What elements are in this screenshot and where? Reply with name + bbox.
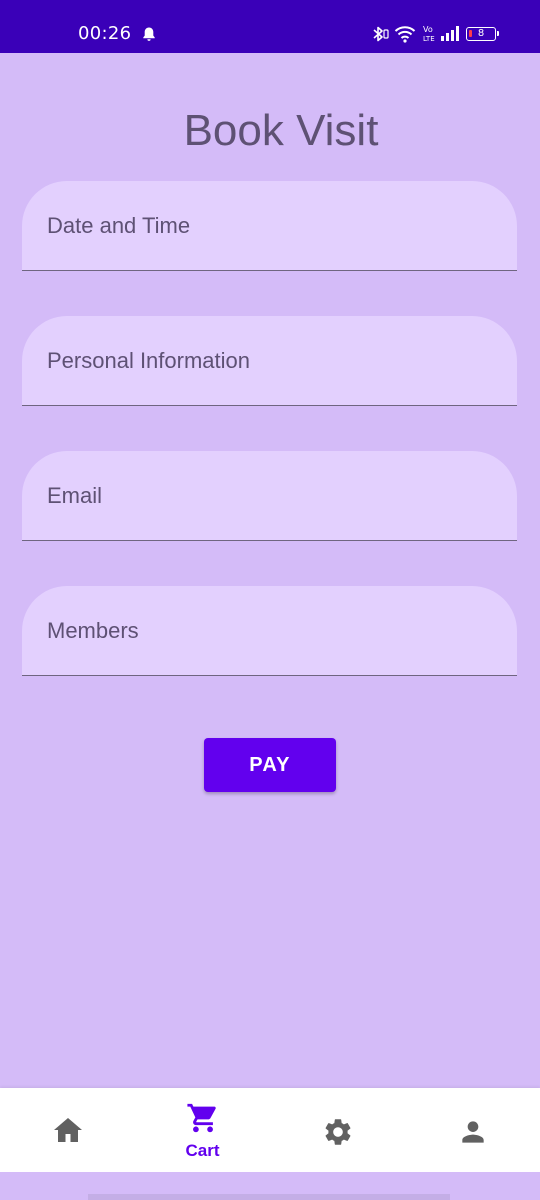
- wifi-icon: [394, 24, 416, 44]
- volte-icon: Vo LTE: [422, 24, 436, 44]
- battery-level: 8: [477, 28, 485, 39]
- person-icon: [457, 1116, 489, 1148]
- cart-icon: [186, 1101, 220, 1135]
- personal-information-field[interactable]: Personal Information: [22, 316, 517, 406]
- svg-text:Vo: Vo: [423, 25, 433, 34]
- signal-icon: [440, 25, 460, 43]
- page-title: Book Visit: [183, 106, 379, 155]
- home-icon: [52, 1116, 84, 1144]
- status-bar: 00:26 Vo LTE 8: [0, 0, 540, 53]
- status-time: 00:26: [78, 23, 132, 44]
- personal-information-label: Personal Information: [47, 348, 250, 373]
- pay-button[interactable]: PAY: [204, 738, 336, 792]
- nav-item-profile[interactable]: [405, 1088, 540, 1172]
- nav-item-home[interactable]: [0, 1088, 135, 1172]
- svg-text:LTE: LTE: [423, 35, 435, 43]
- battery-icon: 8: [466, 27, 499, 41]
- bottom-navigation: Cart: [0, 1088, 540, 1172]
- status-icons: Vo LTE 8: [370, 22, 499, 46]
- nav-label-cart: Cart: [185, 1141, 220, 1160]
- nav-item-settings[interactable]: [270, 1088, 405, 1172]
- nav-item-cart[interactable]: Cart: [135, 1088, 270, 1172]
- members-field[interactable]: Members: [22, 586, 517, 676]
- date-time-field[interactable]: Date and Time: [22, 181, 517, 271]
- members-label: Members: [47, 618, 139, 643]
- email-field[interactable]: Email: [22, 451, 517, 541]
- system-gesture-area: [0, 1172, 540, 1200]
- email-label: Email: [47, 483, 103, 508]
- gear-icon: [322, 1116, 354, 1148]
- date-time-label: Date and Time: [47, 213, 191, 238]
- bluetooth-icon: [370, 24, 390, 44]
- gesture-handle[interactable]: [88, 1194, 450, 1200]
- bell-icon: [141, 26, 157, 42]
